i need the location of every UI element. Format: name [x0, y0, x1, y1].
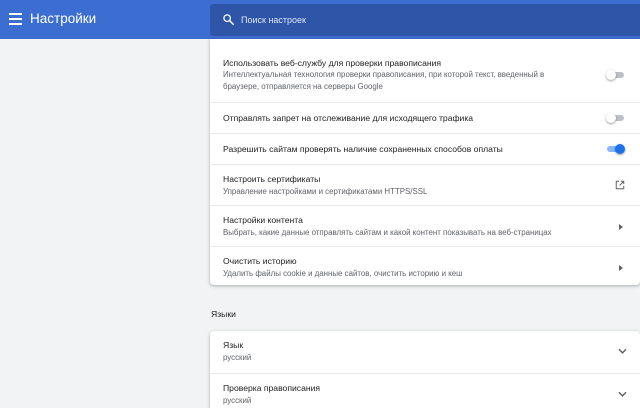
top-bar: Настройки [0, 0, 640, 39]
row-description: Выбрать, какие данные отправлять сайтам … [223, 228, 552, 237]
section-heading-languages: Языки [211, 309, 236, 319]
hamburger-menu-icon[interactable] [9, 13, 22, 25]
row-description: браузере, отправляется на серверы Google [223, 82, 383, 91]
chevron-down-icon[interactable] [618, 348, 627, 354]
row-spellcheck-language[interactable]: Проверка правописания русский [210, 373, 640, 408]
open-in-new-icon[interactable] [615, 180, 625, 190]
row-description: Удалить файлы cookie и данные сайтов, оч… [223, 269, 463, 278]
row-title: Использовать веб-службу для проверки пра… [223, 58, 442, 68]
row-value: русский [223, 396, 252, 405]
row-payment-methods[interactable]: Разрешить сайтам проверять наличие сохра… [210, 133, 640, 164]
row-do-not-track[interactable]: Отправлять запрет на отслеживание для ис… [210, 102, 640, 133]
row-description: Интеллектуальная технология проверки пра… [223, 70, 545, 79]
row-value: русский [223, 353, 252, 362]
payment-methods-toggle[interactable] [606, 143, 625, 155]
do-not-track-toggle[interactable] [606, 112, 625, 124]
search-input[interactable] [241, 4, 631, 36]
row-language[interactable]: Язык русский [210, 331, 640, 373]
search-icon [223, 14, 235, 26]
row-title: Настройки контента [223, 215, 303, 225]
row-title: Язык [223, 340, 244, 350]
row-title: Проверка правописания [223, 383, 321, 393]
search-box[interactable] [210, 4, 640, 36]
row-title: Отправлять запрет на отслеживание для ис… [223, 113, 474, 123]
row-title: Разрешить сайтам проверять наличие сохра… [223, 144, 503, 154]
row-title: Очистить историю [223, 256, 297, 266]
arrow-right-icon[interactable] [619, 224, 623, 230]
row-clear-history[interactable]: Очистить историю Удалить файлы cookie и … [210, 246, 640, 285]
page-title: Настройки [30, 11, 97, 26]
privacy-settings-card: Использовать веб-службу для проверки пра… [210, 39, 640, 285]
languages-card: Язык русский Проверка правописания русск… [210, 331, 640, 408]
row-web-spellcheck[interactable]: Использовать веб-службу для проверки пра… [210, 39, 640, 102]
row-title: Настроить сертификаты [223, 174, 321, 184]
row-content-settings[interactable]: Настройки контента Выбрать, какие данные… [210, 205, 640, 246]
chevron-down-icon[interactable] [618, 391, 627, 397]
row-manage-certificates[interactable]: Настроить сертификаты Управление настрой… [210, 164, 640, 205]
arrow-right-icon[interactable] [619, 265, 623, 271]
row-description: Управление настройками и сертификатами H… [223, 187, 428, 196]
web-spellcheck-toggle[interactable] [606, 69, 625, 81]
